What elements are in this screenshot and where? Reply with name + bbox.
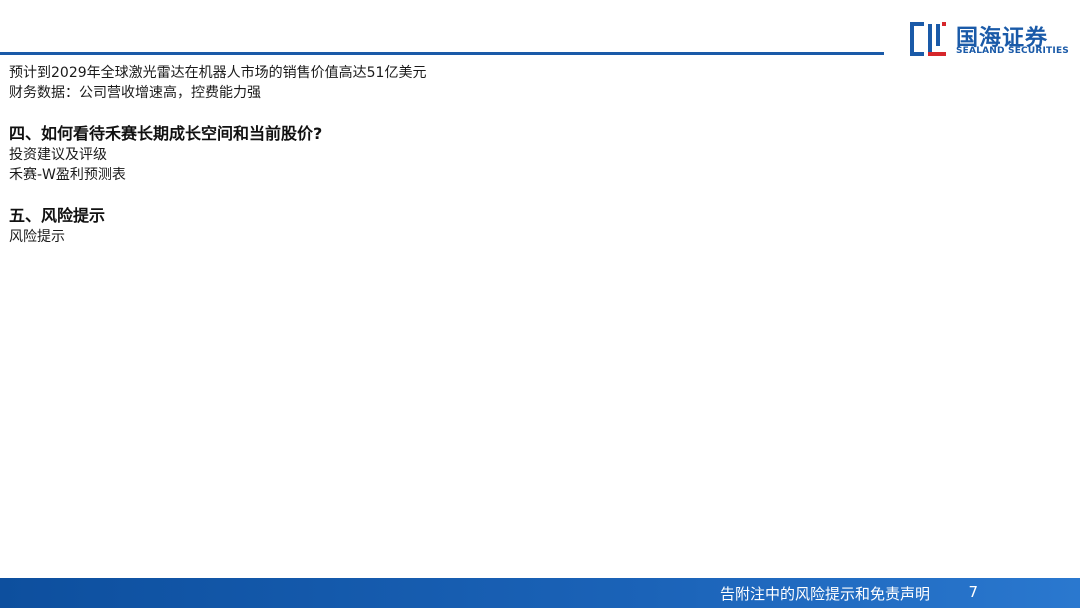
outline-item: 投资建议及评级: [9, 147, 107, 163]
outline-item: 财务数据：公司营收增速高，控费能力强: [9, 85, 261, 101]
outline-item: 风险提示: [9, 229, 65, 245]
header-rule: [0, 52, 884, 55]
content-outline: 预计到2029年全球激光雷达在机器人市场的销售价值高达51亿美元 财务数据：公司…: [9, 63, 869, 247]
section-5-title: 五、风险提示: [9, 206, 106, 225]
brand-name-en: SEALAND SECURITIES: [956, 46, 1069, 56]
footer-disclaimer: 告附注中的风险提示和免责声明: [719, 585, 930, 603]
footer-bar: 告附注中的风险提示和免责声明 7: [0, 578, 1080, 608]
company-logo: 国海证券 SEALAND SECURITIES: [908, 18, 1069, 60]
slide: 国海证券 SEALAND SECURITIES 预计到2029年全球激光雷达在机…: [0, 0, 1080, 608]
section-4-title: 四、如何看待禾赛长期成长空间和当前股价?: [9, 124, 323, 143]
outline-item: 禾赛-W盈利预测表: [9, 167, 126, 183]
sealand-logo-icon: [910, 22, 946, 56]
page-number: 7: [968, 583, 978, 601]
outline-item: 预计到2029年全球激光雷达在机器人市场的销售价值高达51亿美元: [9, 65, 427, 81]
